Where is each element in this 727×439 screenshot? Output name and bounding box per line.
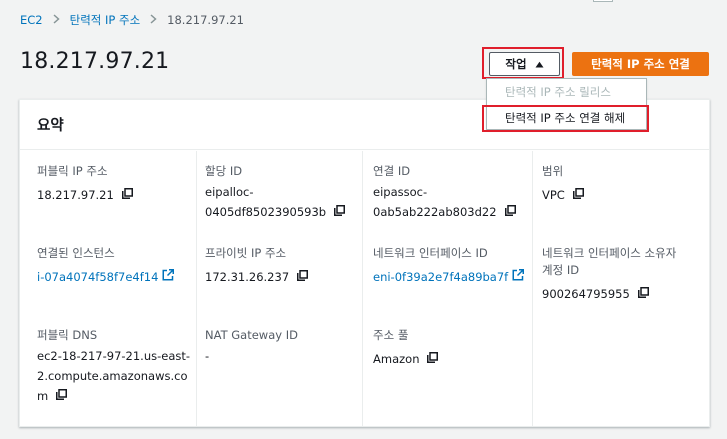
association-id-field: 연결 ID eipassoc- 0ab5ab222ab803d22 — [373, 163, 532, 223]
summary-column-1: 퍼블릭 IP 주소 18.217.97.21 연결된 인스턴스 i-07a407… — [37, 151, 197, 426]
allocation-id-field: 할당 ID eipalloc- 0405df8502390593b — [205, 163, 362, 223]
copy-icon[interactable] — [121, 185, 133, 205]
associate-elastic-ip-button[interactable]: 탄력적 IP 주소 연결 — [572, 52, 709, 76]
public-dns-value: ec2-18-217-97-21.us-east- 2.compute.amaz… — [37, 346, 197, 407]
network-interface-link[interactable]: eni-0f39a2e7f4a89ba7f — [373, 267, 532, 288]
copy-icon[interactable] — [297, 267, 309, 287]
breadcrumb: EC2 탄력적 IP 주소 18.217.97.21 — [20, 11, 244, 29]
allocation-id-value: eipalloc- 0405df8502390593b — [205, 182, 362, 223]
summary-panel: 요약 퍼블릭 IP 주소 18.217.97.21 연결된 인스턴스 i-07a… — [19, 99, 710, 427]
disassociate-elastic-ip-item[interactable]: 탄력적 IP 주소 연결 해제 — [487, 106, 646, 130]
copy-icon[interactable] — [427, 349, 439, 369]
overlay-edge — [593, 0, 613, 2]
private-ip-field: 프라이빗 IP 주소 172.31.26.237 — [205, 245, 362, 288]
attached-instance-link[interactable]: i-07a4074f58f7e4f14 — [37, 267, 197, 288]
scope-value: VPC — [542, 185, 709, 206]
eni-owner-value: 900264795955 — [542, 284, 709, 305]
actions-dropdown-menu: 탄력적 IP 주소 릴리스 탄력적 IP 주소 연결 해제 — [486, 78, 647, 130]
summary-column-3: 연결 ID eipassoc- 0ab5ab222ab803d22 네트워크 인… — [362, 151, 532, 426]
copy-icon[interactable] — [637, 284, 649, 304]
attached-instance-label: 연결된 인스턴스 — [37, 246, 115, 260]
allocation-id-label: 할당 ID — [205, 164, 243, 178]
breadcrumb-current: 18.217.97.21 — [167, 13, 244, 27]
private-ip-label: 프라이빗 IP 주소 — [205, 246, 287, 260]
scope-label: 범위 — [542, 164, 564, 178]
scope-field: 범위 VPC — [542, 163, 709, 206]
public-ip-field: 퍼블릭 IP 주소 18.217.97.21 — [37, 163, 197, 206]
association-id-value: eipassoc- 0ab5ab222ab803d22 — [373, 182, 532, 223]
chevron-right-icon — [53, 13, 60, 27]
association-id-label: 연결 ID — [373, 164, 411, 178]
copy-icon[interactable] — [504, 202, 516, 222]
private-ip-value: 172.31.26.237 — [205, 267, 362, 288]
copy-icon[interactable] — [334, 202, 346, 222]
external-link-icon — [162, 267, 175, 287]
network-interface-field: 네트워크 인터페이스 ID eni-0f39a2e7f4a89ba7f — [373, 245, 532, 288]
external-link-icon — [512, 267, 525, 287]
nat-gateway-label: NAT Gateway ID — [205, 328, 298, 342]
chevron-right-icon — [150, 13, 157, 27]
public-ip-value: 18.217.97.21 — [37, 185, 197, 206]
public-dns-label: 퍼블릭 DNS — [37, 328, 98, 342]
address-pool-field: 주소 풀 Amazon — [373, 327, 532, 370]
nat-gateway-field: NAT Gateway ID - — [205, 327, 362, 366]
address-pool-label: 주소 풀 — [373, 328, 409, 342]
public-ip-label: 퍼블릭 IP 주소 — [37, 164, 108, 178]
caret-up-icon — [535, 57, 544, 71]
actions-button[interactable]: 작업 — [489, 52, 560, 76]
attached-instance-field: 연결된 인스턴스 i-07a4074f58f7e4f14 — [37, 245, 197, 288]
nat-gateway-value: - — [205, 349, 210, 363]
summary-column-2: 할당 ID eipalloc- 0405df8502390593b 프라이빗 I… — [196, 151, 362, 426]
copy-icon[interactable] — [572, 185, 584, 205]
network-interface-label: 네트워크 인터페이스 ID — [373, 246, 488, 260]
release-elastic-ip-item: 탄력적 IP 주소 릴리스 — [505, 85, 611, 99]
public-dns-field: 퍼블릭 DNS ec2-18-217-97-21.us-east- 2.comp… — [37, 327, 197, 407]
summary-column-4: 범위 VPC 네트워크 인터페이스 소유자 계정 ID 900264795955 — [532, 151, 709, 426]
breadcrumb-ec2[interactable]: EC2 — [20, 13, 43, 27]
copy-icon[interactable] — [56, 386, 68, 406]
eni-owner-field: 네트워크 인터페이스 소유자 계정 ID 900264795955 — [542, 245, 709, 305]
actions-label: 작업 — [505, 57, 527, 71]
eni-owner-label: 네트워크 인터페이스 소유자 계정 ID — [542, 246, 677, 277]
page-title: 18.217.97.21 — [20, 49, 170, 74]
address-pool-value: Amazon — [373, 349, 532, 370]
breadcrumb-elastic-ip[interactable]: 탄력적 IP 주소 — [70, 12, 141, 28]
